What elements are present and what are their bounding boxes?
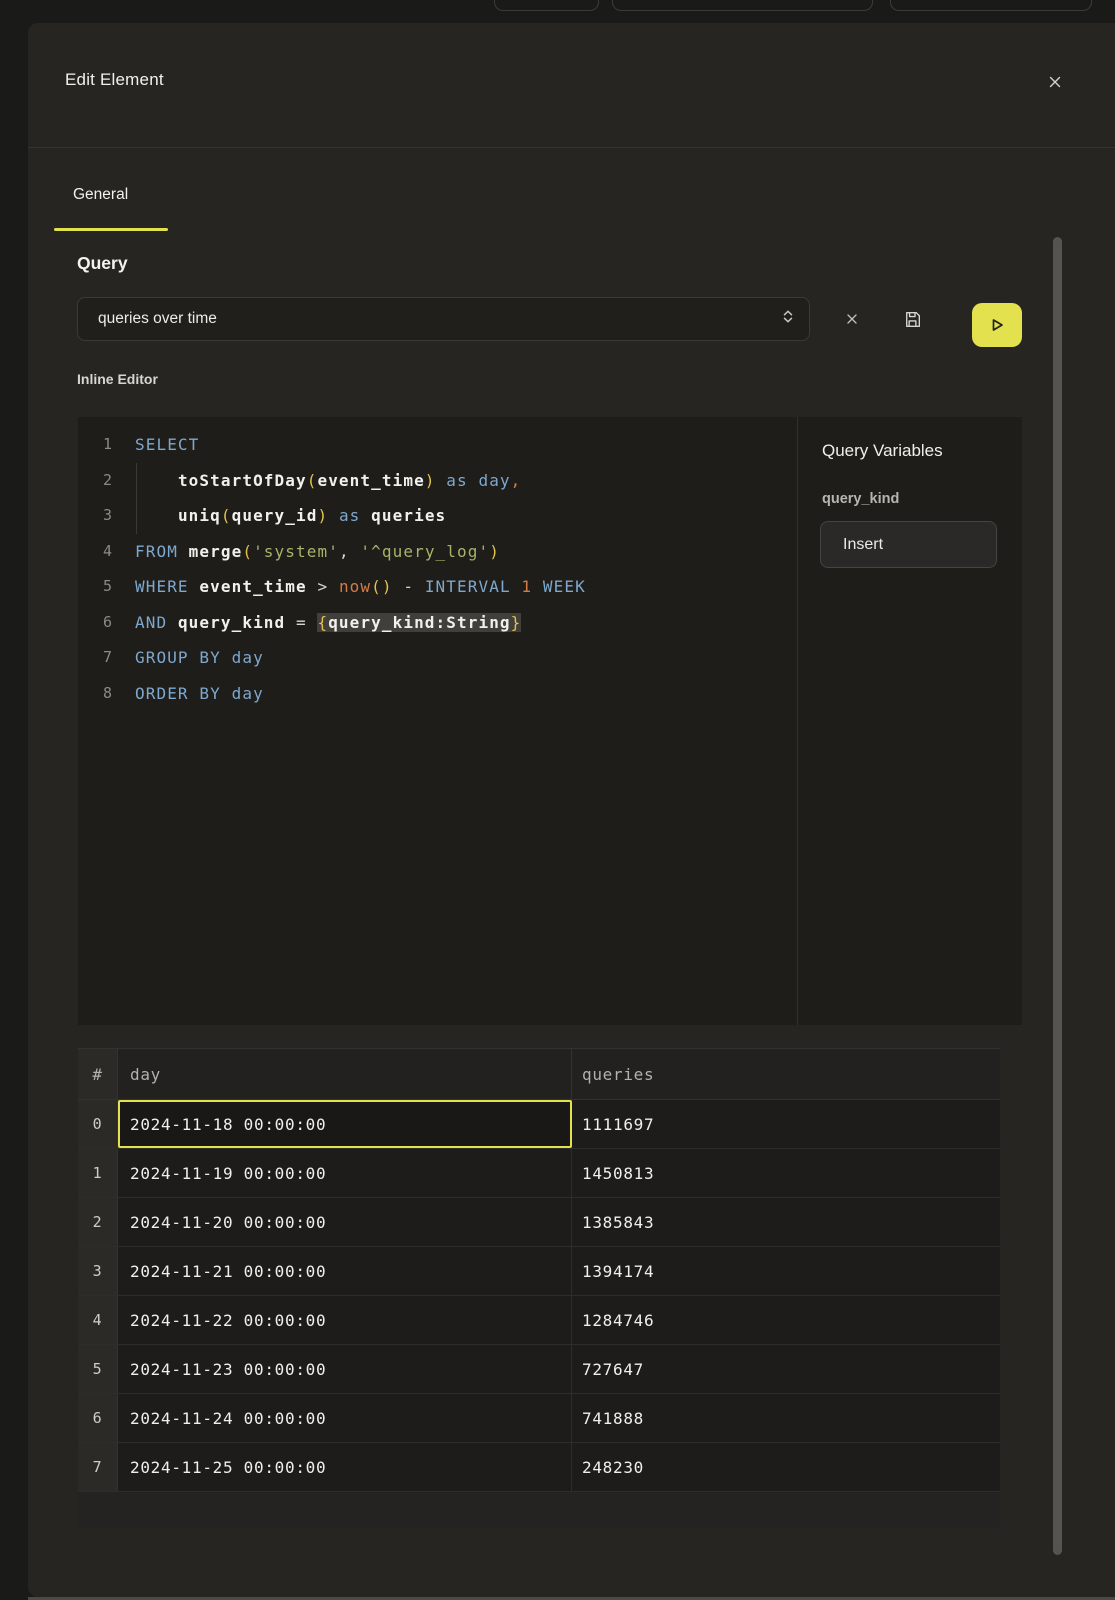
cell-queries[interactable]: 727647 bbox=[572, 1345, 1000, 1393]
insert-variable-button[interactable]: Insert bbox=[820, 521, 997, 568]
code-text: AND query_kind = {query_kind:String} bbox=[135, 605, 521, 641]
modal-scrollbar[interactable] bbox=[1053, 237, 1062, 1555]
variable-name-label: query_kind bbox=[822, 491, 1022, 507]
save-query-button[interactable] bbox=[895, 303, 929, 335]
query-section-heading: Query bbox=[77, 253, 128, 274]
code-line: 5 WHERE event_time > now() - INTERVAL 1 W… bbox=[78, 569, 797, 605]
code-line: 6 AND query_kind = {query_kind:String} bbox=[78, 605, 797, 641]
table-row: 02024-11-18 00:00:001111697 bbox=[78, 1100, 1000, 1149]
column-header-queries: queries bbox=[572, 1049, 1000, 1099]
cell-day[interactable]: 2024-11-20 00:00:00 bbox=[118, 1198, 572, 1246]
table-row: 72024-11-25 00:00:00248230 bbox=[78, 1443, 1000, 1492]
code-line: 1 SELECT bbox=[78, 427, 797, 463]
table-body: 02024-11-18 00:00:00111169712024-11-19 0… bbox=[78, 1100, 1000, 1492]
code-text: GROUP BY day bbox=[135, 640, 264, 676]
close-icon bbox=[1048, 75, 1062, 89]
cell-day[interactable]: 2024-11-25 00:00:00 bbox=[118, 1443, 572, 1491]
code-text: toStartOfDay(event_time) as day, bbox=[135, 463, 521, 499]
cell-queries[interactable]: 741888 bbox=[572, 1394, 1000, 1442]
header-divider bbox=[28, 147, 1115, 148]
code-line: 2 toStartOfDay(event_time) as day, bbox=[78, 463, 797, 499]
cell-day[interactable]: 2024-11-24 00:00:00 bbox=[118, 1394, 572, 1442]
code-text: WHERE event_time > now() - INTERVAL 1 WE… bbox=[135, 569, 586, 605]
line-number: 7 bbox=[78, 640, 112, 676]
line-number: 8 bbox=[78, 676, 112, 712]
query-variables-title: Query Variables bbox=[822, 441, 1022, 461]
column-header-index: # bbox=[78, 1049, 118, 1099]
code-text: SELECT bbox=[135, 427, 199, 463]
cell-day[interactable]: 2024-11-23 00:00:00 bbox=[118, 1345, 572, 1393]
code-text: FROM merge('system', '^query_log') bbox=[135, 534, 500, 570]
chevron-up-down-icon bbox=[781, 309, 795, 330]
save-floppy-icon bbox=[902, 309, 923, 330]
query-variables-list: query_kind Insert bbox=[822, 491, 1022, 568]
cell-queries[interactable]: 248230 bbox=[572, 1443, 1000, 1491]
line-number: 5 bbox=[78, 569, 112, 605]
table-row: 62024-11-24 00:00:00741888 bbox=[78, 1394, 1000, 1443]
line-number: 3 bbox=[78, 498, 112, 534]
cell-queries[interactable]: 1394174 bbox=[572, 1247, 1000, 1295]
cell-queries[interactable]: 1111697 bbox=[572, 1100, 1000, 1148]
cell-queries[interactable]: 1284746 bbox=[572, 1296, 1000, 1344]
sql-code-editor[interactable]: 1SELECT2 toStartOfDay(event_time) as day… bbox=[78, 417, 797, 1025]
indent-guide bbox=[136, 463, 137, 534]
cell-day[interactable]: 2024-11-22 00:00:00 bbox=[118, 1296, 572, 1344]
query-select[interactable]: queries over time bbox=[77, 297, 810, 341]
sql-editor-container: 1SELECT2 toStartOfDay(event_time) as day… bbox=[78, 417, 1022, 1025]
query-variables-panel: Query Variables query_kind Insert bbox=[798, 417, 1022, 1025]
row-index: 0 bbox=[78, 1100, 118, 1148]
table-row: 12024-11-19 00:00:001450813 bbox=[78, 1149, 1000, 1198]
line-number: 6 bbox=[78, 605, 112, 641]
cell-queries[interactable]: 1385843 bbox=[572, 1198, 1000, 1246]
row-index: 6 bbox=[78, 1394, 118, 1442]
clear-query-button[interactable] bbox=[838, 305, 866, 333]
column-header-day: day bbox=[118, 1049, 572, 1099]
table-footer-band bbox=[78, 1492, 1000, 1528]
line-number: 4 bbox=[78, 534, 112, 570]
code-line: 4 FROM merge('system', '^query_log') bbox=[78, 534, 797, 570]
page-title: Edit Element bbox=[65, 70, 164, 90]
background-tab-outline bbox=[890, 0, 1092, 11]
tab-general[interactable]: General bbox=[73, 186, 128, 204]
code-line: 8 ORDER BY day bbox=[78, 676, 797, 712]
table-row: 22024-11-20 00:00:001385843 bbox=[78, 1198, 1000, 1247]
query-select-value: queries over time bbox=[98, 310, 217, 328]
code-line: 3 uniq(query_id) as queries bbox=[78, 498, 797, 534]
cell-day[interactable]: 2024-11-21 00:00:00 bbox=[118, 1247, 572, 1295]
background-tab-outline bbox=[612, 0, 873, 11]
row-index: 5 bbox=[78, 1345, 118, 1393]
row-index: 3 bbox=[78, 1247, 118, 1295]
cell-queries[interactable]: 1450813 bbox=[572, 1149, 1000, 1197]
row-index: 2 bbox=[78, 1198, 118, 1246]
cell-day[interactable]: 2024-11-19 00:00:00 bbox=[118, 1149, 572, 1197]
clear-x-icon bbox=[846, 313, 858, 325]
line-number: 1 bbox=[78, 427, 112, 463]
code-lines: 1SELECT2 toStartOfDay(event_time) as day… bbox=[78, 427, 797, 711]
table-header: # day queries bbox=[78, 1048, 1000, 1100]
table-row: 32024-11-21 00:00:001394174 bbox=[78, 1247, 1000, 1296]
row-index: 7 bbox=[78, 1443, 118, 1491]
code-text: uniq(query_id) as queries bbox=[135, 498, 446, 534]
code-line: 7 GROUP BY day bbox=[78, 640, 797, 676]
row-index: 1 bbox=[78, 1149, 118, 1197]
cell-day-selected[interactable]: 2024-11-18 00:00:00 bbox=[118, 1100, 572, 1148]
run-query-button[interactable] bbox=[972, 303, 1022, 347]
code-text: ORDER BY day bbox=[135, 676, 264, 712]
play-icon bbox=[987, 315, 1007, 335]
results-table: # day queries 02024-11-18 00:00:00111169… bbox=[78, 1048, 1000, 1528]
line-number: 2 bbox=[78, 463, 112, 499]
row-index: 4 bbox=[78, 1296, 118, 1344]
background-tab-outline bbox=[494, 0, 599, 11]
table-row: 42024-11-22 00:00:001284746 bbox=[78, 1296, 1000, 1345]
close-button[interactable] bbox=[1040, 67, 1070, 97]
edit-element-modal: Edit Element General Query queries over … bbox=[28, 23, 1115, 1597]
table-row: 52024-11-23 00:00:00727647 bbox=[78, 1345, 1000, 1394]
inline-editor-label: Inline Editor bbox=[77, 371, 158, 387]
active-tab-underline bbox=[54, 228, 168, 231]
